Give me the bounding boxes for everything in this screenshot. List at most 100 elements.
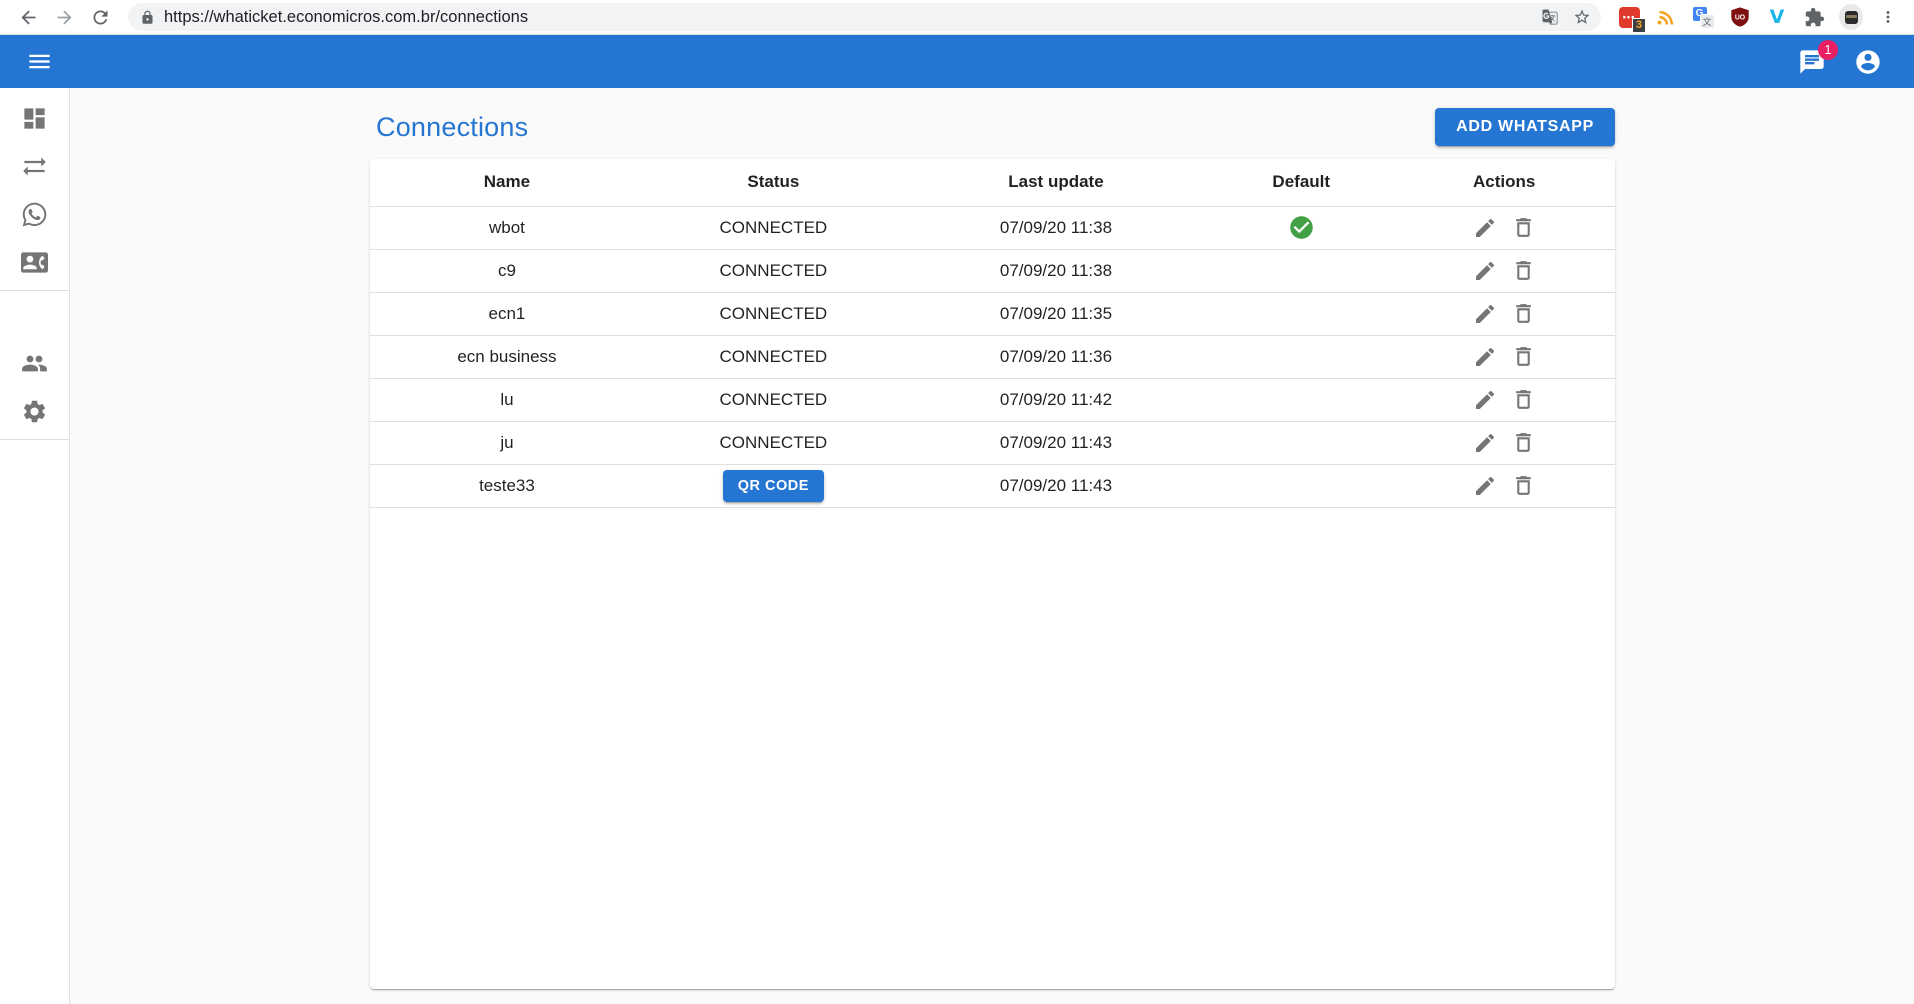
sidebar [0,88,70,1004]
connection-row: teste33 QR CODE 07/09/20 11:43 [370,464,1615,507]
sidebar-item-users[interactable] [0,339,69,387]
profile-avatar[interactable] [1839,5,1863,29]
back-icon [18,7,39,28]
connection-status: CONNECTED [720,218,828,237]
red-dots-extension-icon[interactable]: ••• 3 [1617,5,1641,29]
col-header-default: Default [1209,159,1393,206]
connections-table: Name Status Last update Default Actions … [370,159,1615,508]
chrome-menu-icon[interactable] [1876,5,1900,29]
delete-connection-button[interactable] [1508,255,1539,286]
edit-connection-button[interactable] [1470,256,1500,286]
edit-connection-button[interactable] [1470,342,1500,372]
edit-pencil-icon [1473,345,1497,369]
connections-table-body: wbot CONNECTED 07/09/20 11:38 c9 CONNECT… [370,206,1615,507]
connection-row: ecn1 CONNECTED 07/09/20 11:35 [370,292,1615,335]
connection-status: CONNECTED [720,390,828,409]
address-bar[interactable]: https://whaticket.economicros.com.br/con… [128,3,1601,31]
edit-pencil-icon [1473,431,1497,455]
connection-last-update: 07/09/20 11:36 [903,335,1209,378]
col-header-name: Name [370,159,644,206]
main-content: Connections ADD WHATSAPP Name Status Las… [70,88,1914,1004]
svg-text:UO: UO [1735,14,1746,21]
delete-connection-button[interactable] [1508,212,1539,243]
contact-phone-icon [21,249,48,276]
connection-name: ecn business [370,335,644,378]
trash-icon [1511,301,1536,326]
qr-code-button[interactable]: QR CODE [723,470,824,502]
edit-connection-button[interactable] [1470,213,1500,243]
trash-icon [1511,258,1536,283]
translate-page-icon[interactable] [1541,8,1559,26]
url-text: https://whaticket.economicros.com.br/con… [164,8,1531,27]
connections-card: Name Status Last update Default Actions … [370,159,1615,989]
connection-status: CONNECTED [720,433,828,452]
bookmark-star-icon[interactable] [1573,8,1591,26]
connection-last-update: 07/09/20 11:43 [903,421,1209,464]
connection-row: lu CONNECTED 07/09/20 11:42 [370,378,1615,421]
col-header-status: Status [644,159,903,206]
people-icon [21,350,48,377]
connection-last-update: 07/09/20 11:42 [903,378,1209,421]
edit-pencil-icon [1473,302,1497,326]
trash-icon [1511,430,1536,455]
page-title: Connections [376,112,528,143]
connection-last-update: 07/09/20 11:38 [903,206,1209,249]
rss-extension-icon[interactable] [1654,5,1678,29]
connection-row: ecn business CONNECTED 07/09/20 11:36 [370,335,1615,378]
browser-forward-button[interactable] [46,2,82,32]
ublock-extension-icon[interactable]: UO [1728,5,1752,29]
delete-connection-button[interactable] [1508,298,1539,329]
sidebar-item-connections[interactable] [0,142,69,190]
connection-name: c9 [370,249,644,292]
gear-icon [21,398,48,425]
delete-connection-button[interactable] [1508,427,1539,458]
edit-pencil-icon [1473,388,1497,412]
extension-badge: 3 [1632,18,1646,33]
trash-icon [1511,387,1536,412]
edit-connection-button[interactable] [1470,385,1500,415]
edit-pencil-icon [1473,216,1497,240]
menu-toggle-button[interactable] [20,42,59,81]
edit-connection-button[interactable] [1470,471,1500,501]
extensions-puzzle-icon[interactable] [1802,5,1826,29]
hamburger-icon [26,48,53,75]
sidebar-item-contacts[interactable] [0,238,69,286]
connection-last-update: 07/09/20 11:38 [903,249,1209,292]
sidebar-item-tickets[interactable] [0,190,69,238]
whatsapp-icon [21,201,48,228]
messages-button[interactable]: 1 [1794,44,1830,80]
edit-connection-button[interactable] [1470,299,1500,329]
edit-pencil-icon [1473,259,1497,283]
connection-name: lu [370,378,644,421]
delete-connection-button[interactable] [1508,341,1539,372]
col-header-last-update: Last update [903,159,1209,206]
delete-connection-button[interactable] [1508,470,1539,501]
sidebar-divider [0,290,69,291]
account-circle-icon [1854,48,1882,76]
edit-pencil-icon [1473,474,1497,498]
notification-badge: 1 [1818,40,1838,60]
connection-last-update: 07/09/20 11:43 [903,464,1209,507]
add-whatsapp-button[interactable]: ADD WHATSAPP [1435,108,1615,146]
connection-row: c9 CONNECTED 07/09/20 11:38 [370,249,1615,292]
connection-name: teste33 [370,464,644,507]
browser-back-button[interactable] [10,2,46,32]
connection-status: CONNECTED [720,261,828,280]
connection-last-update: 07/09/20 11:35 [903,292,1209,335]
sync-alt-icon [21,153,48,180]
reload-icon [90,7,111,28]
google-translate-extension-icon[interactable]: G文 [1691,5,1715,29]
extensions-area: ••• 3 G文 UO V [1611,5,1906,29]
connection-row: wbot CONNECTED 07/09/20 11:38 [370,206,1615,249]
account-button[interactable] [1850,44,1886,80]
trash-icon [1511,215,1536,240]
trash-icon [1511,344,1536,369]
v-extension-icon[interactable]: V [1765,5,1789,29]
dashboard-icon [21,105,48,132]
browser-reload-button[interactable] [82,2,118,32]
sidebar-item-settings[interactable] [0,387,69,435]
delete-connection-button[interactable] [1508,384,1539,415]
sidebar-item-dashboard[interactable] [0,94,69,142]
sidebar-subheader [0,295,69,339]
edit-connection-button[interactable] [1470,428,1500,458]
